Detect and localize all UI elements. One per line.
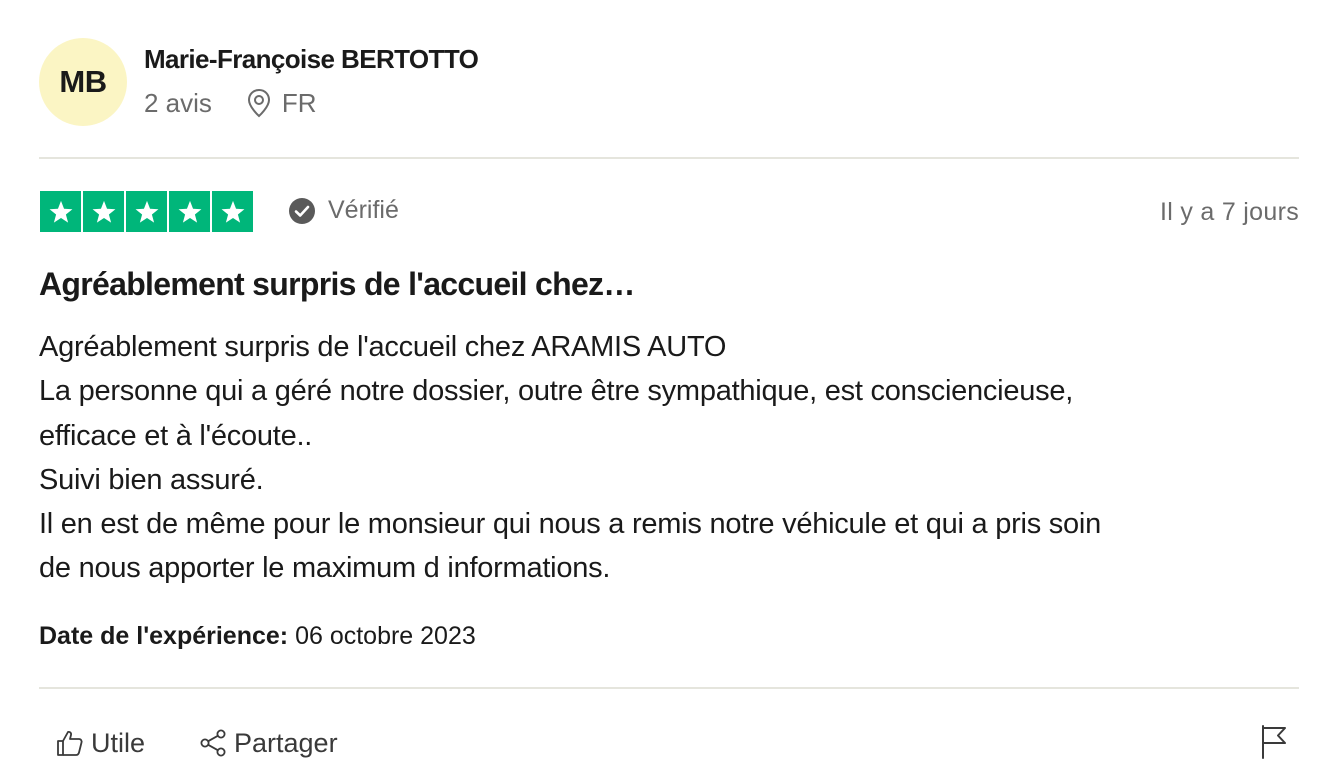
- reviewer-meta: 2 avis FR: [144, 86, 317, 120]
- star-icon: [40, 191, 81, 232]
- review-body-line: de nous apporter le maximum d informatio…: [39, 552, 611, 585]
- star-icon: [212, 191, 253, 232]
- share-label: Partager: [234, 727, 338, 758]
- star-icon: [169, 191, 210, 232]
- review-relative-date: Il y a 7 jours: [1160, 198, 1299, 226]
- star-rating: [40, 191, 253, 232]
- review-body-line: Il en est de même pour le monsieur qui n…: [39, 508, 1101, 541]
- experience-date: Date de l'expérience: 06 octobre 2023: [39, 622, 476, 651]
- flag-icon[interactable]: [1259, 724, 1289, 760]
- star-icon: [83, 191, 124, 232]
- review-title[interactable]: Agréablement surpris de l'accueil chez…: [39, 266, 635, 303]
- useful-button[interactable]: Utile: [55, 726, 145, 760]
- thumbs-up-icon: [57, 731, 83, 756]
- useful-label: Utile: [91, 727, 146, 758]
- footer-divider: [39, 687, 1299, 689]
- verified-label: Vérifié: [328, 196, 399, 224]
- review-body-line: Suivi bien assuré.: [39, 463, 264, 496]
- reviewer-country: FR: [281, 87, 317, 118]
- experience-date-label: Date de l'expérience:: [39, 622, 289, 650]
- review-card: MB Marie-Françoise BERTOTTO 2 avis FR Vé…: [39, 0, 1299, 778]
- verified-check-icon: [289, 197, 315, 224]
- experience-date-value: 06 octobre 2023: [295, 622, 476, 650]
- share-button[interactable]: Partager: [198, 726, 338, 760]
- header-divider: [39, 157, 1299, 159]
- share-icon: [200, 729, 226, 757]
- review-body-line: La personne qui a géré notre dossier, ou…: [39, 375, 1074, 408]
- star-icon: [126, 191, 167, 232]
- reviewer-name[interactable]: Marie-Françoise BERTOTTO: [144, 44, 479, 75]
- avatar[interactable]: MB: [39, 38, 127, 126]
- location-pin-icon: [247, 88, 270, 118]
- review-body-line: efficace et à l'écoute..: [39, 419, 313, 452]
- verified-badge[interactable]: Vérifié: [288, 196, 399, 225]
- review-body: Agréablement surpris de l'accueil chez A…: [39, 325, 1289, 591]
- review-count: 2 avis: [144, 87, 212, 118]
- review-body-line: Agréablement surpris de l'accueil chez A…: [39, 331, 727, 363]
